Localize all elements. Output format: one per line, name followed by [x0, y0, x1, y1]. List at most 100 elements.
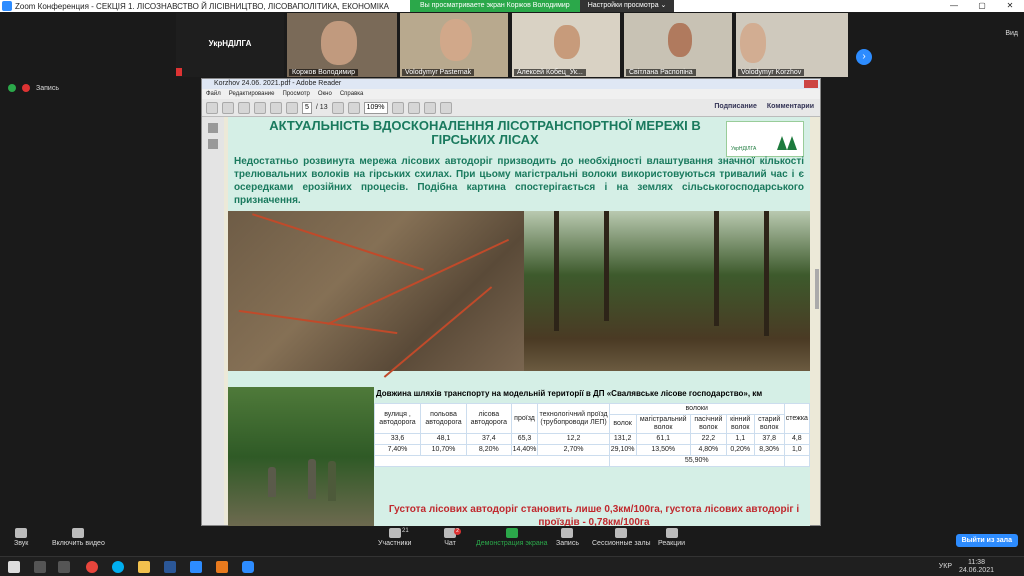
menu-window[interactable]: Окно: [318, 89, 332, 99]
participant-video: [740, 23, 766, 63]
participant-name: Світлана Распопіна: [626, 69, 696, 76]
road-length-table-block: Довжина шляхів транспорту на модельній т…: [374, 379, 810, 527]
header-cell: кінний волок: [725, 414, 755, 434]
page-number-input[interactable]: 5: [302, 101, 312, 114]
fit-width-icon[interactable]: [407, 101, 420, 114]
file-explorer-icon[interactable]: [138, 561, 150, 573]
reactions-button[interactable]: Реакции: [658, 528, 685, 547]
table-row: 33,6 48,1 37,4 65,3 12,2 131,2 61,1 22,2…: [374, 433, 810, 445]
header-cell: проїзд: [510, 403, 539, 434]
zoom-in-icon[interactable]: [347, 101, 360, 114]
recording-label: Запись: [36, 84, 59, 92]
tree-trunk: [604, 211, 609, 321]
start-icon[interactable]: [8, 561, 20, 573]
word-icon[interactable]: [164, 561, 176, 573]
record-icon: [561, 528, 574, 538]
share-screen-icon: [505, 528, 518, 538]
view-button[interactable]: Вид: [1005, 30, 1018, 37]
slide-body-text: Недостатньо розвинута мережа лісових авт…: [234, 156, 804, 206]
density-text: Густота лісових автодоріг становить лише…: [388, 504, 800, 527]
microphone-icon: [15, 528, 28, 538]
maximize-button[interactable]: ▢: [968, 0, 996, 12]
app-icon[interactable]: [216, 561, 228, 573]
ukrndilga-logo: УкрНДІЛГА: [726, 121, 804, 157]
create-icon[interactable]: [206, 101, 218, 114]
next-page-arrow-icon[interactable]: ›: [856, 49, 872, 65]
menu-view[interactable]: Просмотр: [282, 89, 309, 99]
reader-close-button[interactable]: [804, 80, 818, 88]
share-screen-button[interactable]: Демонстрация экрана: [476, 528, 548, 547]
record-button[interactable]: Запись: [556, 528, 579, 547]
video-button[interactable]: Включить видео: [52, 528, 105, 547]
header-cell: волок: [608, 414, 637, 434]
chat-badge: 2: [454, 528, 461, 535]
leave-button[interactable]: Выйти из зала: [955, 534, 1018, 547]
sign-icon[interactable]: [439, 101, 452, 114]
adobe-reader-window: Korzhov 24.06. 2021.pdf - Adobe Reader Ф…: [201, 78, 821, 527]
chrome-icon[interactable]: [86, 561, 98, 573]
slide-title: АКТУАЛЬНІСТЬ ВДОСКОНАЛЕННЯ ЛІСОТРАНСПОРТ…: [269, 118, 701, 147]
windows-taskbar: УКР 11:38 24.06.2021: [0, 556, 1024, 576]
language-indicator[interactable]: УКР: [939, 563, 952, 570]
table-cell: 33,6: [374, 433, 421, 445]
menu-edit[interactable]: Редактирование: [229, 89, 275, 99]
view-settings-button[interactable]: Настройки просмотра ⌄: [579, 0, 675, 12]
zoom-out-icon[interactable]: [331, 101, 344, 114]
participant-tile[interactable]: Volodymyr Pasternak: [400, 13, 508, 77]
save-icon[interactable]: [222, 101, 234, 114]
zoom-select[interactable]: 109%: [363, 101, 388, 114]
table-cell: 8,20%: [466, 444, 512, 456]
header-cell: магістральний волок: [635, 414, 691, 434]
minimize-button[interactable]: —: [940, 0, 968, 12]
participant-tile[interactable]: Volodymyr Korzhov: [736, 13, 848, 77]
page-up-icon[interactable]: [270, 101, 282, 114]
comment-icon[interactable]: [423, 101, 436, 114]
table-cell: 14,40%: [510, 444, 539, 456]
clock[interactable]: 11:38 24.06.2021: [959, 559, 994, 575]
page-down-icon[interactable]: [286, 101, 298, 114]
reader-title: Korzhov 24.06. 2021.pdf - Adobe Reader: [214, 80, 342, 87]
chat-button[interactable]: Чат 2: [444, 528, 461, 547]
fit-page-icon[interactable]: [391, 101, 404, 114]
task-view-icon[interactable]: [58, 561, 70, 573]
reader-toolbar: 5 / 13 109% Подписание Комментарии: [202, 99, 820, 117]
rooms-label: Сессионные залы: [592, 540, 651, 547]
print-icon[interactable]: [238, 101, 250, 114]
skype-icon[interactable]: [112, 561, 124, 573]
participants-button[interactable]: Участники 21: [378, 528, 411, 547]
search-icon[interactable]: [34, 561, 46, 573]
pages-panel-icon[interactable]: [208, 123, 218, 133]
table-cell: 48,1: [419, 433, 468, 445]
participant-tile[interactable]: УкрНДІЛГА: [176, 13, 284, 77]
person: [308, 459, 316, 499]
comments-link[interactable]: Комментарии: [767, 103, 814, 110]
participant-tile[interactable]: Алексей Кобец_Ук...: [512, 13, 620, 77]
header-cell: волоки: [608, 403, 785, 415]
shield-icon: [8, 84, 16, 92]
participant-name: УкрНДІЛГА: [208, 39, 252, 48]
table-row: 55,90%: [374, 455, 810, 467]
table-header-row: вулиця , автодорога польова автодорога л…: [374, 403, 810, 434]
participant-tile[interactable]: Коржов Володимир: [287, 13, 397, 77]
record-label: Запись: [556, 540, 579, 547]
road-line: [383, 286, 493, 378]
zoom-taskbar-icon[interactable]: [242, 561, 254, 573]
menu-help[interactable]: Справка: [340, 89, 364, 99]
page-total: / 13: [315, 104, 328, 111]
menu-file[interactable]: Файл: [206, 89, 221, 99]
zoom-logo-icon: [2, 1, 12, 11]
table-cell: 37,4: [466, 433, 512, 445]
sign-link[interactable]: Подписание: [714, 103, 757, 110]
media-player-icon[interactable]: [190, 561, 202, 573]
attachments-icon[interactable]: [208, 139, 218, 149]
pdf-page: АКТУАЛЬНІСТЬ ВДОСКОНАЛЕННЯ ЛІСОТРАНСПОРТ…: [228, 117, 810, 527]
audio-button[interactable]: Звук: [14, 528, 28, 547]
breakout-rooms-button[interactable]: Сессионные залы: [592, 528, 651, 547]
email-icon[interactable]: [254, 101, 266, 114]
table-title: Довжина шляхів транспорту на модельній т…: [376, 389, 763, 398]
participant-tile[interactable]: Світлана Распопіна: [624, 13, 732, 77]
table-cell: 37,8: [753, 433, 785, 445]
close-button[interactable]: ✕: [996, 0, 1024, 12]
road-line: [252, 213, 424, 271]
scrollbar-thumb[interactable]: [815, 269, 819, 309]
